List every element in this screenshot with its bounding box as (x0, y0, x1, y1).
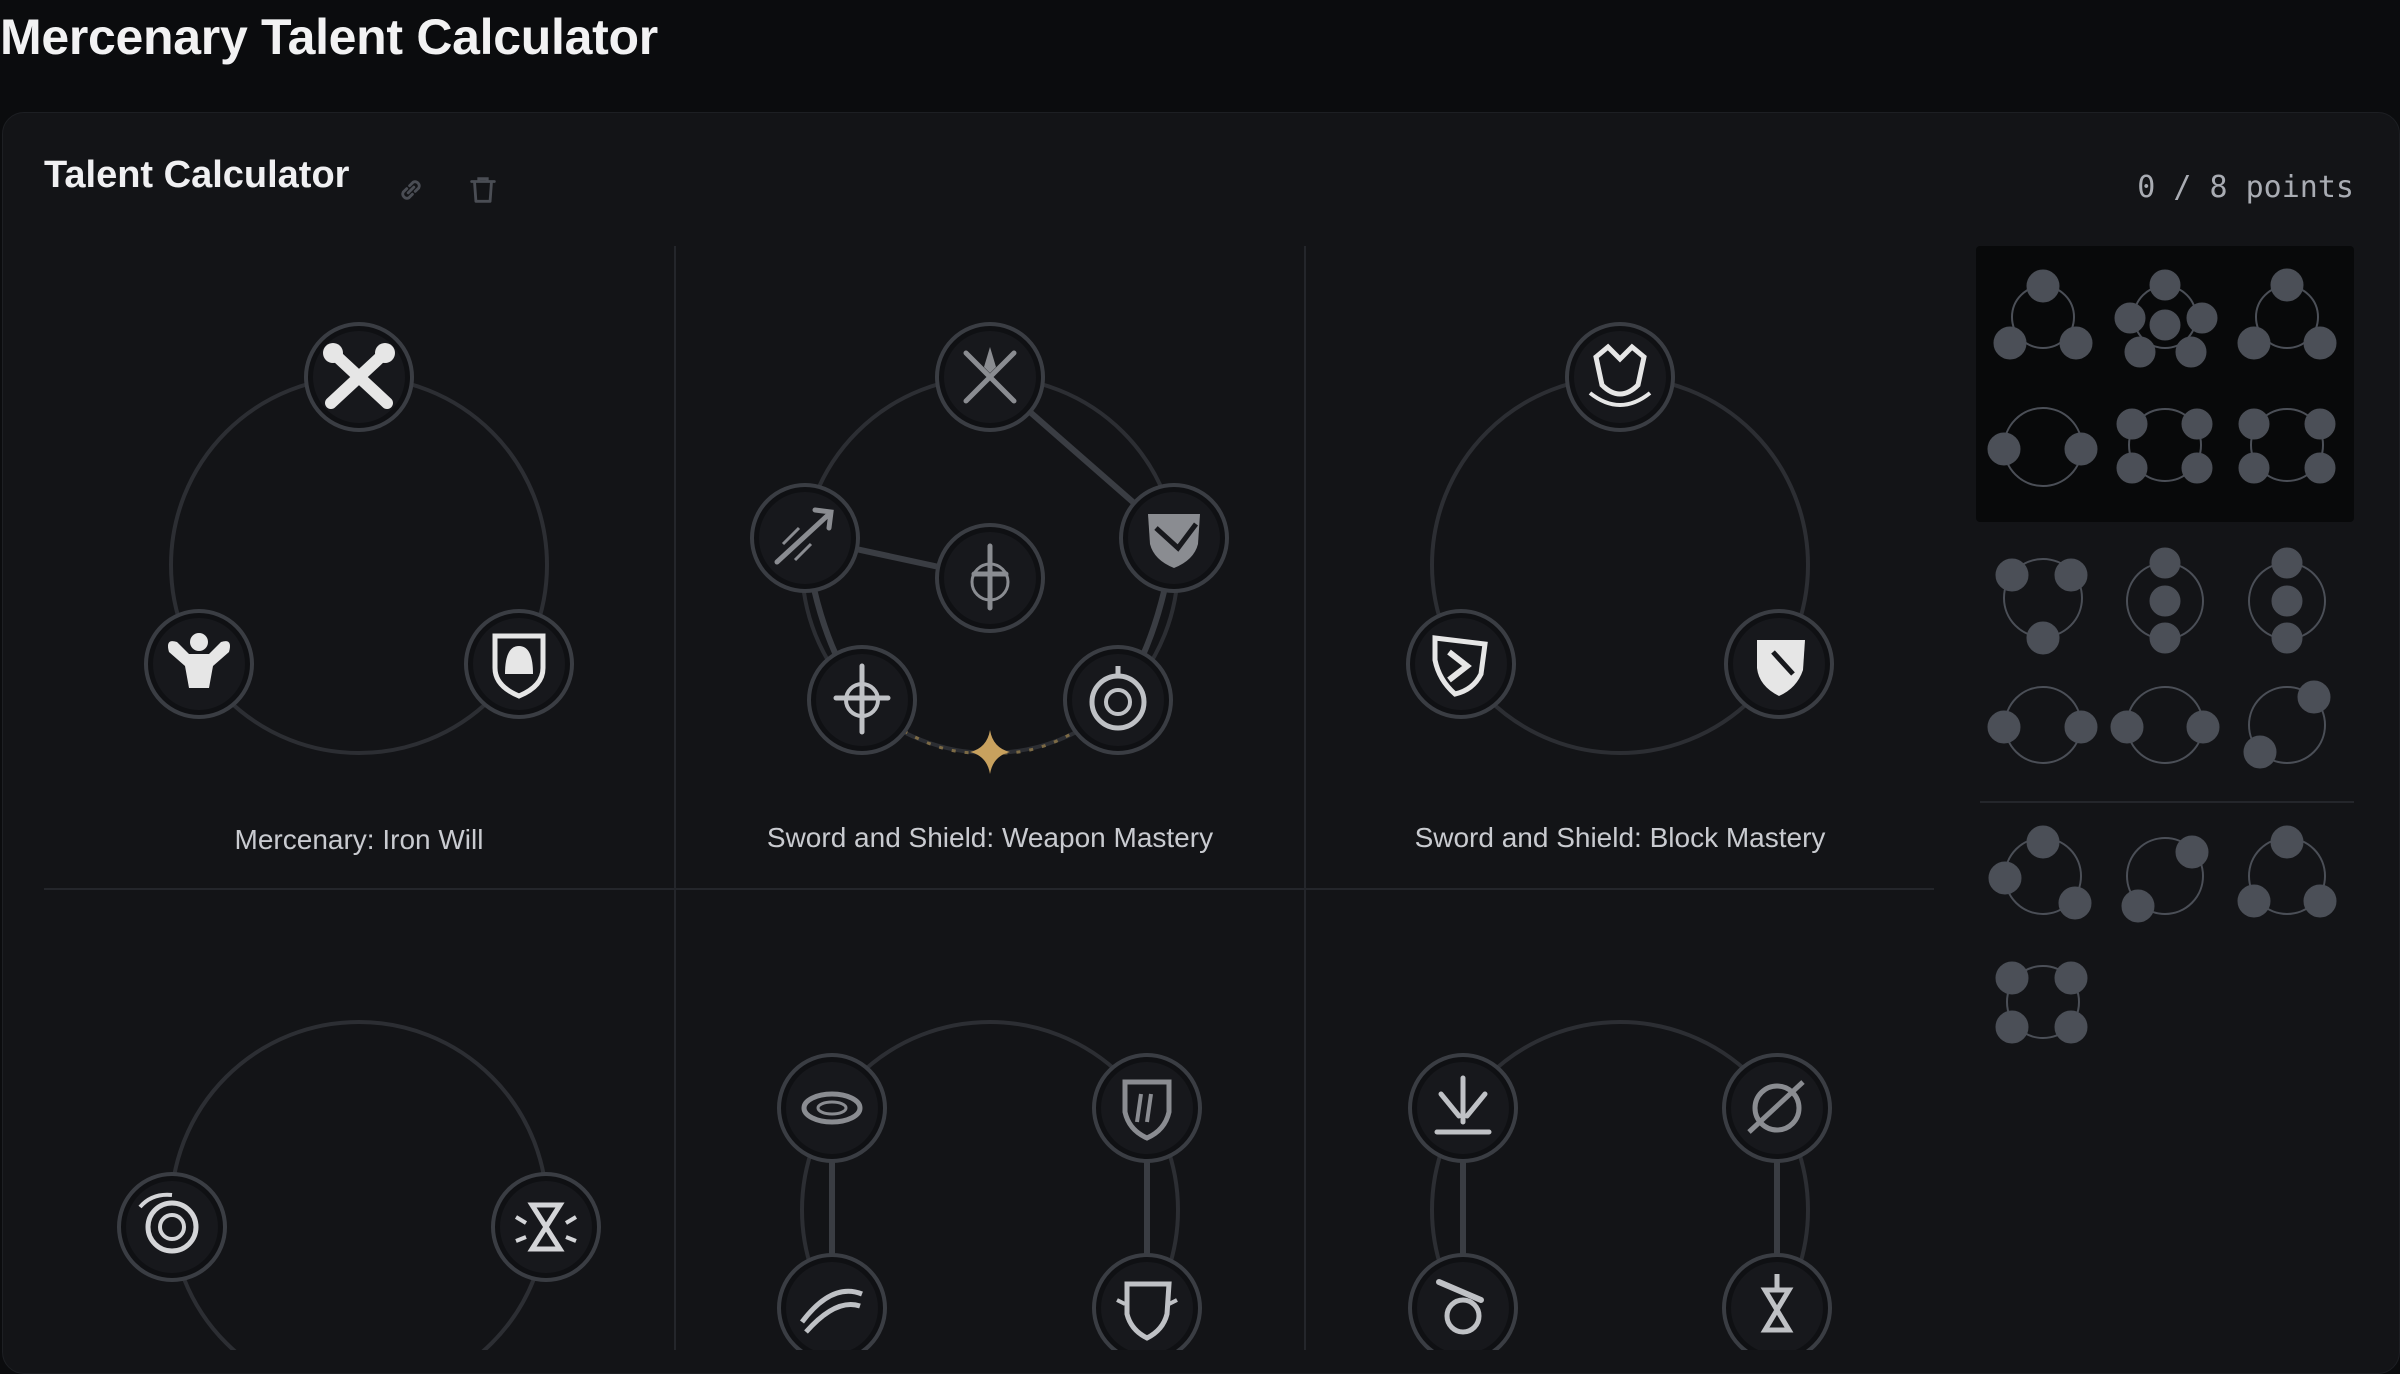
tree-block-mastery (1406, 322, 1834, 755)
wolf-howl-icon[interactable] (1565, 322, 1675, 432)
helmet-shield-icon[interactable] (464, 609, 574, 719)
tree-lower-right (1408, 1020, 1832, 1350)
shield-scratch-icon[interactable] (1092, 1053, 1202, 1163)
slash-wave-icon[interactable] (777, 1253, 887, 1350)
crossed-fists-icon[interactable] (304, 322, 414, 432)
preset-layout-pair-low[interactable] (1987, 686, 2098, 764)
lance-shield-icon[interactable] (1722, 1053, 1832, 1163)
preset-layout-diagonal[interactable] (2243, 680, 2331, 769)
round-shield-icon[interactable] (1063, 645, 1173, 755)
preset-layout-vertical-three[interactable] (2126, 547, 2204, 654)
shield-clash-icon[interactable] (1092, 1253, 1202, 1350)
preset-layout-diagonal-alt[interactable] (2121, 835, 2209, 923)
crossed-swords-icon[interactable] (935, 322, 1045, 432)
sword-emblem-icon[interactable] (807, 645, 917, 755)
preset-layout-vertical-three-alt[interactable] (2248, 547, 2326, 654)
shield-chevron-icon[interactable] (1406, 609, 1516, 719)
spiral-shield-icon[interactable] (117, 1172, 227, 1282)
tree-lower-left (117, 1020, 601, 1350)
tree-lower-middle (777, 1020, 1202, 1350)
preset-layout-triangle-lower-alt[interactable] (2237, 825, 2337, 918)
preset-layout-square-bottom[interactable] (1995, 961, 2088, 1044)
shield-slash-icon[interactable] (1119, 483, 1229, 593)
tree-iron-will (144, 322, 574, 755)
hourglass-burst-icon[interactable] (491, 1172, 601, 1282)
shield-strike-icon[interactable] (1724, 609, 1834, 719)
whirlwind-icon[interactable] (777, 1053, 887, 1163)
ground-slam-icon[interactable] (1408, 1053, 1518, 1163)
preset-layout-triangle-lower[interactable] (1988, 825, 2092, 920)
tree-weapon-mastery (750, 322, 1229, 774)
talent-trees-canvas (117, 246, 2354, 1350)
hourglass-sword-icon[interactable] (1722, 1253, 1832, 1350)
sword-core-icon[interactable] (935, 523, 1045, 633)
spin-slash-icon[interactable] (1408, 1253, 1518, 1350)
keystone-star-icon (970, 730, 1010, 774)
thrust-icon[interactable] (750, 483, 860, 593)
preset-layout-pair-mid[interactable] (2110, 686, 2220, 764)
preset-layout-inverted-triangle[interactable] (1995, 558, 2088, 655)
muscle-body-icon[interactable] (144, 609, 254, 719)
